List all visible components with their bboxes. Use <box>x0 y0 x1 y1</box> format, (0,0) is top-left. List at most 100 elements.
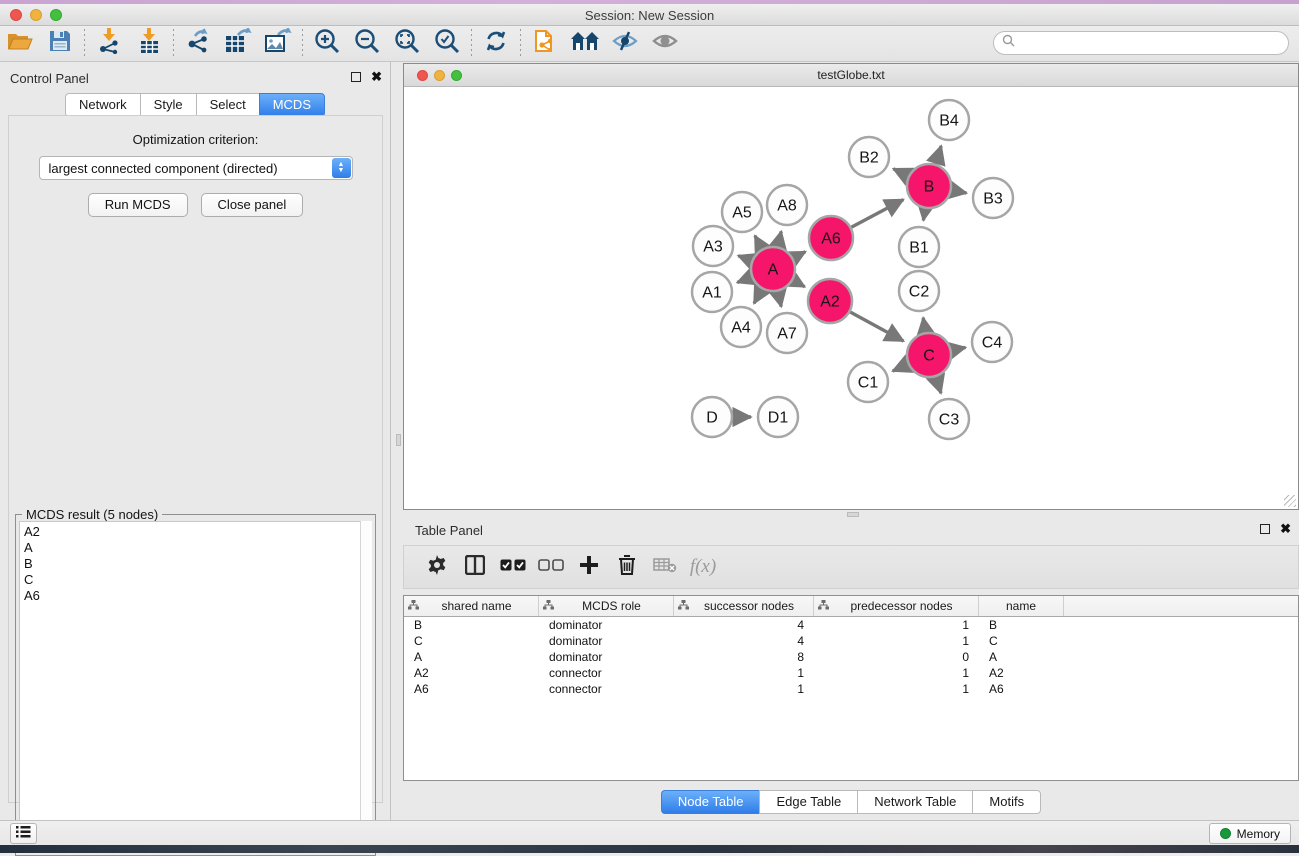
edge-B-B1[interactable] <box>923 209 925 221</box>
edge-A-A1[interactable] <box>737 277 751 282</box>
select-all-columns-button[interactable] <box>494 549 532 585</box>
network-graph[interactable]: B4B2BB3A5A8A6A3B1AA1C2A2A4A7C4CC1DD1C3 <box>405 87 1297 508</box>
zoom-fit-button[interactable] <box>387 28 427 60</box>
mcds-result-list[interactable]: A2ABCA6 <box>19 521 372 852</box>
fx-icon: f(x) <box>690 556 716 578</box>
search-field[interactable] <box>993 31 1289 55</box>
open-file-button[interactable] <box>0 28 40 60</box>
column-header-successor-nodes[interactable]: successor nodes <box>674 596 814 616</box>
edge-B-B3[interactable] <box>952 190 967 193</box>
column-header-label: successor nodes <box>689 599 809 613</box>
edge-C-C2[interactable] <box>923 318 925 333</box>
tab-motifs[interactable]: Motifs <box>972 790 1041 814</box>
result-item[interactable]: B <box>24 556 371 572</box>
tab-style[interactable]: Style <box>140 93 196 117</box>
network-view-window[interactable]: testGlobe.txt B4B2BB3A5A8A6A3B1AA1C2A2A4… <box>403 63 1299 510</box>
document-network-icon <box>532 27 558 60</box>
column-header-shared-name[interactable]: shared name <box>404 596 539 616</box>
titlebar[interactable]: Session: New Session <box>0 4 1299 26</box>
result-item[interactable]: A6 <box>24 588 371 604</box>
export-network-button[interactable] <box>178 28 218 60</box>
export-table-button[interactable] <box>218 28 258 60</box>
table-row[interactable]: A2connector11A2 <box>404 665 1298 681</box>
table-row[interactable]: Adominator80A <box>404 649 1298 665</box>
hide-graphics-details-button[interactable] <box>605 28 645 60</box>
edge-A-A6[interactable] <box>793 252 805 258</box>
edge-A-A7[interactable] <box>778 291 781 306</box>
column-header-name[interactable]: name <box>979 596 1064 616</box>
edge-C-C1[interactable] <box>893 364 908 371</box>
show-column-button[interactable] <box>456 549 494 585</box>
tab-network[interactable]: Network <box>65 93 140 117</box>
new-network-from-selection-button[interactable] <box>525 28 565 60</box>
close-table-panel-icon[interactable]: ✖ <box>1280 523 1291 535</box>
unselect-all-columns-button[interactable] <box>532 549 570 585</box>
result-item[interactable]: A <box>24 540 371 556</box>
home-button[interactable] <box>565 28 605 60</box>
zoom-selected-button[interactable] <box>427 28 467 60</box>
column-header-MCDS-role[interactable]: MCDS role <box>539 596 674 616</box>
zoom-in-button[interactable] <box>307 28 347 60</box>
close-panel-icon[interactable]: ✖ <box>371 71 382 83</box>
column-header-predecessor-nodes[interactable]: predecessor nodes <box>814 596 979 616</box>
criterion-select[interactable]: largest connected component (directed) ▲… <box>39 156 353 180</box>
import-table-button[interactable] <box>129 28 169 60</box>
delete-column-button[interactable] <box>608 549 646 585</box>
task-history-button[interactable] <box>10 823 37 844</box>
function-builder-button[interactable]: f(x) <box>684 549 722 585</box>
node-label-A: A <box>768 262 779 279</box>
search-input[interactable] <box>1020 33 1288 53</box>
run-mcds-button[interactable]: Run MCDS <box>88 193 188 217</box>
float-table-panel-icon[interactable] <box>1260 524 1270 534</box>
toolbar-separator <box>84 29 85 59</box>
memory-button[interactable]: Memory <box>1209 823 1291 844</box>
edge-A-A8[interactable] <box>778 231 781 246</box>
resize-grip[interactable] <box>1284 495 1296 507</box>
main-toolbar <box>0 26 1299 62</box>
edge-A2-C[interactable] <box>850 312 903 341</box>
edge-C-C4[interactable] <box>952 347 966 350</box>
table-row[interactable]: Cdominator41C <box>404 633 1298 649</box>
add-column-button[interactable] <box>570 549 608 585</box>
result-item[interactable]: A2 <box>24 524 371 540</box>
tab-mcds[interactable]: MCDS <box>259 93 325 117</box>
eye-icon <box>652 31 678 56</box>
edge-A-A2[interactable] <box>793 280 805 287</box>
horizontal-divider-handle[interactable] <box>847 512 859 517</box>
network-window-titlebar[interactable]: testGlobe.txt <box>404 64 1298 87</box>
export-image-button[interactable] <box>258 28 298 60</box>
result-scrollbar[interactable] <box>360 521 372 852</box>
cell-predecessor-nodes: 1 <box>814 618 979 632</box>
edge-A-A4[interactable] <box>754 289 762 303</box>
table-row[interactable]: Bdominator41B <box>404 617 1298 633</box>
cell-predecessor-nodes: 1 <box>814 634 979 648</box>
table-settings-button[interactable] <box>418 549 456 585</box>
zoom-out-button[interactable] <box>347 28 387 60</box>
desktop-background-bottom <box>0 845 1299 853</box>
cell-shared-name: C <box>404 634 539 648</box>
float-panel-icon[interactable] <box>351 72 361 82</box>
tab-node-table[interactable]: Node Table <box>661 790 760 814</box>
edge-A-A5[interactable] <box>755 236 762 249</box>
edge-C-C3[interactable] <box>936 377 941 393</box>
show-graphics-details-button[interactable] <box>645 28 685 60</box>
zoom-fit-icon <box>394 28 420 59</box>
import-network-button[interactable] <box>89 28 129 60</box>
tab-network-table[interactable]: Network Table <box>857 790 972 814</box>
vertical-divider-handle[interactable] <box>396 434 401 446</box>
edge-A-A3[interactable] <box>738 256 751 261</box>
edge-B-B4[interactable] <box>936 146 941 164</box>
save-session-button[interactable] <box>40 28 80 60</box>
edge-B-B2[interactable] <box>893 169 908 176</box>
network-canvas[interactable]: B4B2BB3A5A8A6A3B1AA1C2A2A4A7C4CC1DD1C3 <box>405 87 1297 508</box>
tab-select[interactable]: Select <box>196 93 259 117</box>
tab-edge-table[interactable]: Edge Table <box>759 790 857 814</box>
table-row[interactable]: A6connector11A6 <box>404 681 1298 697</box>
node-table[interactable]: shared nameMCDS role successor nodes prede… <box>403 595 1299 781</box>
delete-table-button[interactable] <box>646 549 684 585</box>
memory-label: Memory <box>1237 827 1280 841</box>
edge-A6-B[interactable] <box>851 200 903 228</box>
refresh-view-button[interactable] <box>476 28 516 60</box>
result-item[interactable]: C <box>24 572 371 588</box>
close-panel-button[interactable]: Close panel <box>201 193 304 217</box>
